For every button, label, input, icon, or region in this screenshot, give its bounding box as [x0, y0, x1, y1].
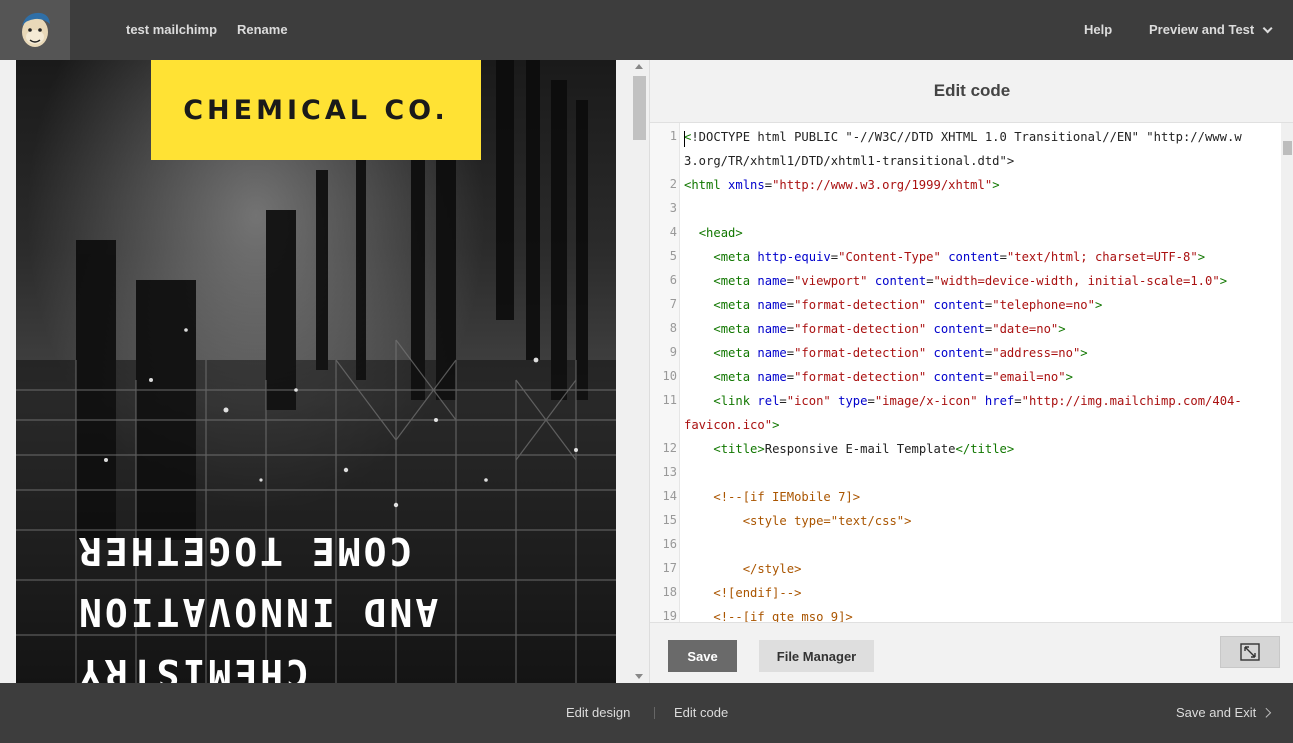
code-line: <meta name="format-detection" content="a…: [713, 346, 1088, 360]
line-number: 12: [662, 441, 677, 455]
line-number: 5: [669, 249, 677, 263]
scroll-down-icon[interactable]: [635, 674, 643, 679]
bottom-bar: Edit design Edit code Save and Exit: [0, 683, 1293, 743]
preview-scrollbar[interactable]: [630, 60, 649, 683]
line-number: 8: [669, 321, 677, 335]
code-line: 3.org/TR/xhtml1/DTD/xhtml1-transitional.…: [684, 154, 1015, 168]
email-preview-pane: CHEMICAL CO. CHEMISTRY AND INNOVATION CO…: [0, 60, 649, 683]
code-line: <meta name="viewport" content="width=dev…: [713, 274, 1228, 288]
line-number: 17: [662, 561, 677, 575]
code-line: <link rel="icon" type="image/x-icon" hre…: [713, 394, 1242, 408]
save-and-exit-link[interactable]: Save and Exit: [1176, 683, 1272, 743]
file-manager-button[interactable]: File Manager: [759, 640, 874, 672]
line-number: 15: [662, 513, 677, 527]
code-line: <style type="text/css">: [742, 514, 912, 528]
panel-title: Edit code: [933, 81, 1011, 100]
code-content[interactable]: <!DOCTYPE html PUBLIC "-//W3C//DTD XHTML…: [684, 123, 1278, 623]
brand-name: CHEMICAL CO.: [183, 94, 449, 126]
brand-banner: CHEMICAL CO.: [151, 60, 481, 160]
hero-headline: CHEMISTRY AND INNOVATION COME TOGETHER: [76, 529, 439, 683]
code-line: <title>Responsive E-mail Template</title…: [713, 442, 1015, 456]
line-number: 13: [662, 465, 677, 479]
code-line: <html xmlns="http://www.w3.org/1999/xhtm…: [684, 178, 1000, 192]
edit-design-link[interactable]: Edit design: [566, 683, 630, 743]
scroll-up-icon[interactable]: [635, 64, 643, 69]
code-line: <meta name="format-detection" content="d…: [713, 322, 1066, 336]
line-number: 10: [662, 369, 677, 383]
rename-link[interactable]: Rename: [237, 0, 288, 60]
mailchimp-logo[interactable]: [0, 0, 70, 60]
line-number: 9: [669, 345, 677, 359]
code-line: <!--[if gte mso 9]>: [713, 610, 853, 623]
code-line: <meta http-equiv="Content-Type" content=…: [713, 250, 1206, 264]
line-number: 14: [662, 489, 677, 503]
line-number: 18: [662, 585, 677, 599]
line-number: 7: [669, 297, 677, 311]
email-preview: CHEMICAL CO. CHEMISTRY AND INNOVATION CO…: [16, 60, 616, 683]
line-number: 16: [662, 537, 677, 551]
help-link[interactable]: Help: [1084, 0, 1112, 60]
editor-footer: Save File Manager: [650, 623, 1293, 683]
line-number: 19: [662, 609, 677, 623]
code-line: <meta name="format-detection" content="t…: [713, 298, 1103, 312]
text-cursor: [684, 131, 685, 147]
expand-icon: [1240, 643, 1260, 661]
code-line: <![endif]-->: [713, 586, 802, 600]
preview-and-test-label: Preview and Test: [1149, 22, 1255, 37]
code-editor-pane: Edit code 1 2 3 4 5 6 7 8 9 10 11 12 13 …: [649, 60, 1293, 683]
code-line: favicon.ico">: [684, 418, 780, 432]
code-line: </style>: [742, 562, 802, 576]
save-and-exit-label: Save and Exit: [1176, 705, 1257, 720]
scrollbar-thumb[interactable]: [633, 76, 646, 140]
editor-scrollbar[interactable]: [1281, 123, 1293, 622]
code-line: <!--[if IEMobile 7]>: [713, 490, 861, 504]
code-line: <head>: [698, 226, 743, 240]
chevron-right-icon: [1261, 707, 1272, 718]
monkey-icon: [22, 12, 50, 47]
chevron-down-icon: [1262, 23, 1273, 34]
code-line: <!DOCTYPE html PUBLIC "-//W3C//DTD XHTML…: [684, 130, 1242, 144]
save-button[interactable]: Save: [668, 640, 737, 672]
code-line: <meta name="format-detection" content="e…: [713, 370, 1073, 384]
preview-and-test-menu[interactable]: Preview and Test: [1149, 0, 1273, 60]
line-number: 3: [669, 201, 677, 215]
top-bar: test mailchimp Rename Help Preview and T…: [0, 0, 1293, 60]
line-number: 11: [662, 393, 677, 407]
campaign-name[interactable]: test mailchimp: [126, 0, 217, 60]
line-number-gutter: 1 2 3 4 5 6 7 8 9 10 11 12 13 14 15 16 1…: [650, 123, 680, 623]
code-editor[interactable]: 1 2 3 4 5 6 7 8 9 10 11 12 13 14 15 16 1…: [650, 122, 1293, 623]
line-number: 4: [669, 225, 677, 239]
edit-code-link[interactable]: Edit code: [674, 683, 728, 743]
line-number: 2: [669, 177, 677, 191]
line-number: 6: [669, 273, 677, 287]
divider: [654, 707, 655, 719]
line-number: 1: [669, 129, 677, 143]
scrollbar-thumb[interactable]: [1283, 141, 1292, 155]
expand-button[interactable]: [1220, 636, 1280, 668]
